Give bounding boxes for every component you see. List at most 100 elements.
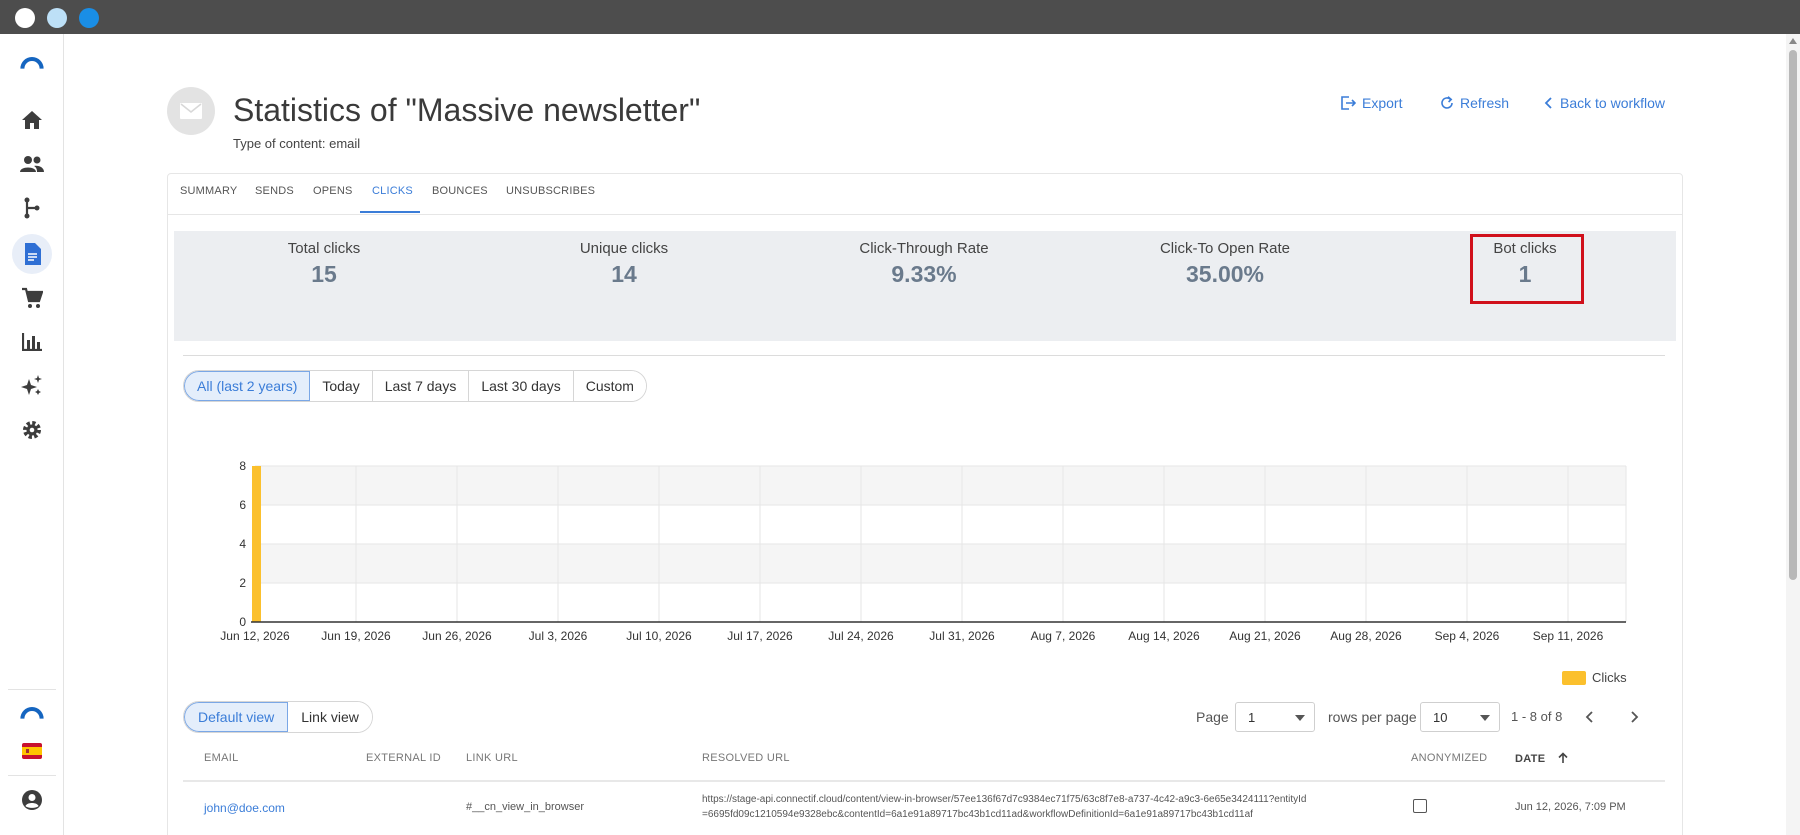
x-tick-label: Aug 7, 2026 <box>1031 629 1096 643</box>
range-7-days-button[interactable]: Last 7 days <box>372 371 470 401</box>
x-tick-label: Jun 26, 2026 <box>422 629 492 643</box>
account-logo-icon[interactable] <box>20 701 44 725</box>
window-maximize-button[interactable] <box>79 8 99 28</box>
stat-click-to-open-rate: Click-To Open Rate 35.00% <box>1115 240 1335 288</box>
tab-sends[interactable]: SENDS <box>255 185 294 197</box>
row-date: Jun 12, 2026, 7:09 PM <box>1515 801 1626 813</box>
column-header-resolved-url[interactable]: RESOLVED URL <box>702 752 790 764</box>
bar-chart-icon[interactable] <box>20 330 44 354</box>
sidebar-divider <box>8 689 56 690</box>
x-tick-label: Aug 21, 2026 <box>1229 629 1301 643</box>
people-icon[interactable] <box>20 152 44 176</box>
grid-band <box>255 505 1626 544</box>
chevron-down-icon <box>1295 715 1305 721</box>
sort-ascending-icon <box>1558 752 1568 763</box>
rows-select-value: 10 <box>1433 709 1448 725</box>
chevron-left-icon <box>1585 711 1593 723</box>
page-select[interactable]: 1 <box>1235 702 1315 732</box>
link-view-button[interactable]: Link view <box>288 702 372 732</box>
y-tick-label: 4 <box>239 537 246 551</box>
column-header-email[interactable]: EMAIL <box>204 752 239 764</box>
rows-per-page-select[interactable]: 10 <box>1420 702 1500 732</box>
grid-band <box>255 466 1626 505</box>
range-all-button[interactable]: All (last 2 years) <box>184 371 311 401</box>
clicks-chart: 0 2 4 6 8 Jun 12, 2026 Jun 19, 2026 Jun 26, 202… <box>220 459 1627 643</box>
stat-label: Total clicks <box>287 240 361 257</box>
x-tick-label: Jul 10, 2026 <box>626 629 692 643</box>
user-icon[interactable] <box>20 788 44 812</box>
sparkle-icon[interactable] <box>20 374 44 398</box>
x-tick-label: Jul 31, 2026 <box>929 629 995 643</box>
stat-label: Click-To Open Rate <box>1159 240 1291 257</box>
document-icon[interactable] <box>20 242 44 266</box>
range-custom-button[interactable]: Custom <box>573 371 646 401</box>
active-tab-underline <box>360 211 420 213</box>
x-tick-label: Aug 28, 2026 <box>1330 629 1402 643</box>
chart-bar <box>252 466 261 622</box>
spain-flag-icon[interactable] <box>20 739 44 763</box>
row-link-url: #__cn_view_in_browser <box>466 801 585 813</box>
gear-icon[interactable] <box>20 418 44 442</box>
scroll-thumb[interactable] <box>1789 50 1797 580</box>
page-select-value: 1 <box>1248 709 1256 725</box>
grid-band <box>255 544 1626 583</box>
section-divider <box>183 355 1665 356</box>
page-title: Statistics of "Massive newsletter" <box>233 92 701 128</box>
column-header-date[interactable]: DATE <box>1515 752 1569 765</box>
y-tick-label: 8 <box>239 459 246 473</box>
default-view-button[interactable]: Default view <box>184 702 289 732</box>
range-today-button[interactable]: Today <box>310 371 373 401</box>
export-icon <box>1341 96 1356 110</box>
back-to-workflow-button[interactable]: Back to workflow <box>1544 95 1665 111</box>
next-page-button[interactable] <box>1625 708 1643 726</box>
logo-icon[interactable] <box>20 51 44 75</box>
column-header-link-url[interactable]: LINK URL <box>466 752 518 764</box>
tab-bounces[interactable]: BOUNCES <box>432 185 488 197</box>
view-selector: Default view Link view <box>183 701 373 733</box>
workflow-icon[interactable] <box>20 196 44 220</box>
tab-opens[interactable]: OPENS <box>313 185 353 197</box>
export-button[interactable]: Export <box>1341 95 1402 111</box>
column-header-anonymized[interactable]: ANONYMIZED <box>1411 752 1487 764</box>
stat-value: 35.00% <box>1185 261 1264 287</box>
x-tick-label: Jun 12, 2026 <box>220 629 290 643</box>
column-header-external-id[interactable]: EXTERNAL ID <box>366 752 441 764</box>
content-type-avatar <box>167 87 215 135</box>
x-tick-label: Jul 24, 2026 <box>828 629 894 643</box>
x-tick-label: Sep 4, 2026 <box>1435 629 1500 643</box>
x-tick-label: Jul 17, 2026 <box>727 629 793 643</box>
page-subtitle: Type of content: email <box>233 136 361 151</box>
stat-unique-clicks: Unique clicks 14 <box>514 240 734 288</box>
bot-clicks-highlight <box>1470 234 1584 304</box>
tab-summary[interactable]: SUMMARY <box>180 185 237 197</box>
scroll-up-arrow[interactable] <box>1789 38 1797 44</box>
row-resolved-url-line1: https://stage-api.connectif.cloud/conten… <box>702 794 1307 805</box>
y-tick-label: 6 <box>239 498 246 512</box>
chart-legend: Clicks <box>1562 670 1627 685</box>
anonymized-checkbox[interactable] <box>1413 799 1427 813</box>
legend-swatch <box>1562 670 1586 685</box>
cart-icon[interactable] <box>20 286 44 310</box>
window-close-button[interactable] <box>15 8 35 28</box>
window-minimize-button[interactable] <box>47 8 67 28</box>
chevron-right-icon <box>1631 711 1639 723</box>
pager-range: 1 - 8 of 8 <box>1511 709 1563 724</box>
x-tick-label: Jun 19, 2026 <box>321 629 391 643</box>
tab-unsubscribes[interactable]: UNSUBSCRIBES <box>506 185 595 197</box>
tab-clicks[interactable]: CLICKS <box>372 185 413 197</box>
sidebar <box>0 34 64 835</box>
date-range-selector: All (last 2 years) Today Last 7 days Las… <box>183 370 647 402</box>
refresh-label: Refresh <box>1460 95 1510 111</box>
export-label: Export <box>1362 95 1403 111</box>
refresh-button[interactable]: Refresh <box>1440 95 1509 111</box>
envelope-icon <box>180 103 202 119</box>
range-30-days-button[interactable]: Last 30 days <box>469 371 574 401</box>
column-header-date-label: DATE <box>1515 753 1546 765</box>
stat-label: Click-Through Rate <box>859 240 989 257</box>
home-icon[interactable] <box>20 108 44 132</box>
y-tick-label: 2 <box>239 576 246 590</box>
x-tick-label: Aug 14, 2026 <box>1128 629 1200 643</box>
row-email-link[interactable]: john@doe.com <box>204 801 285 815</box>
x-tick-label: Jul 3, 2026 <box>529 629 588 643</box>
prev-page-button[interactable] <box>1581 708 1599 726</box>
